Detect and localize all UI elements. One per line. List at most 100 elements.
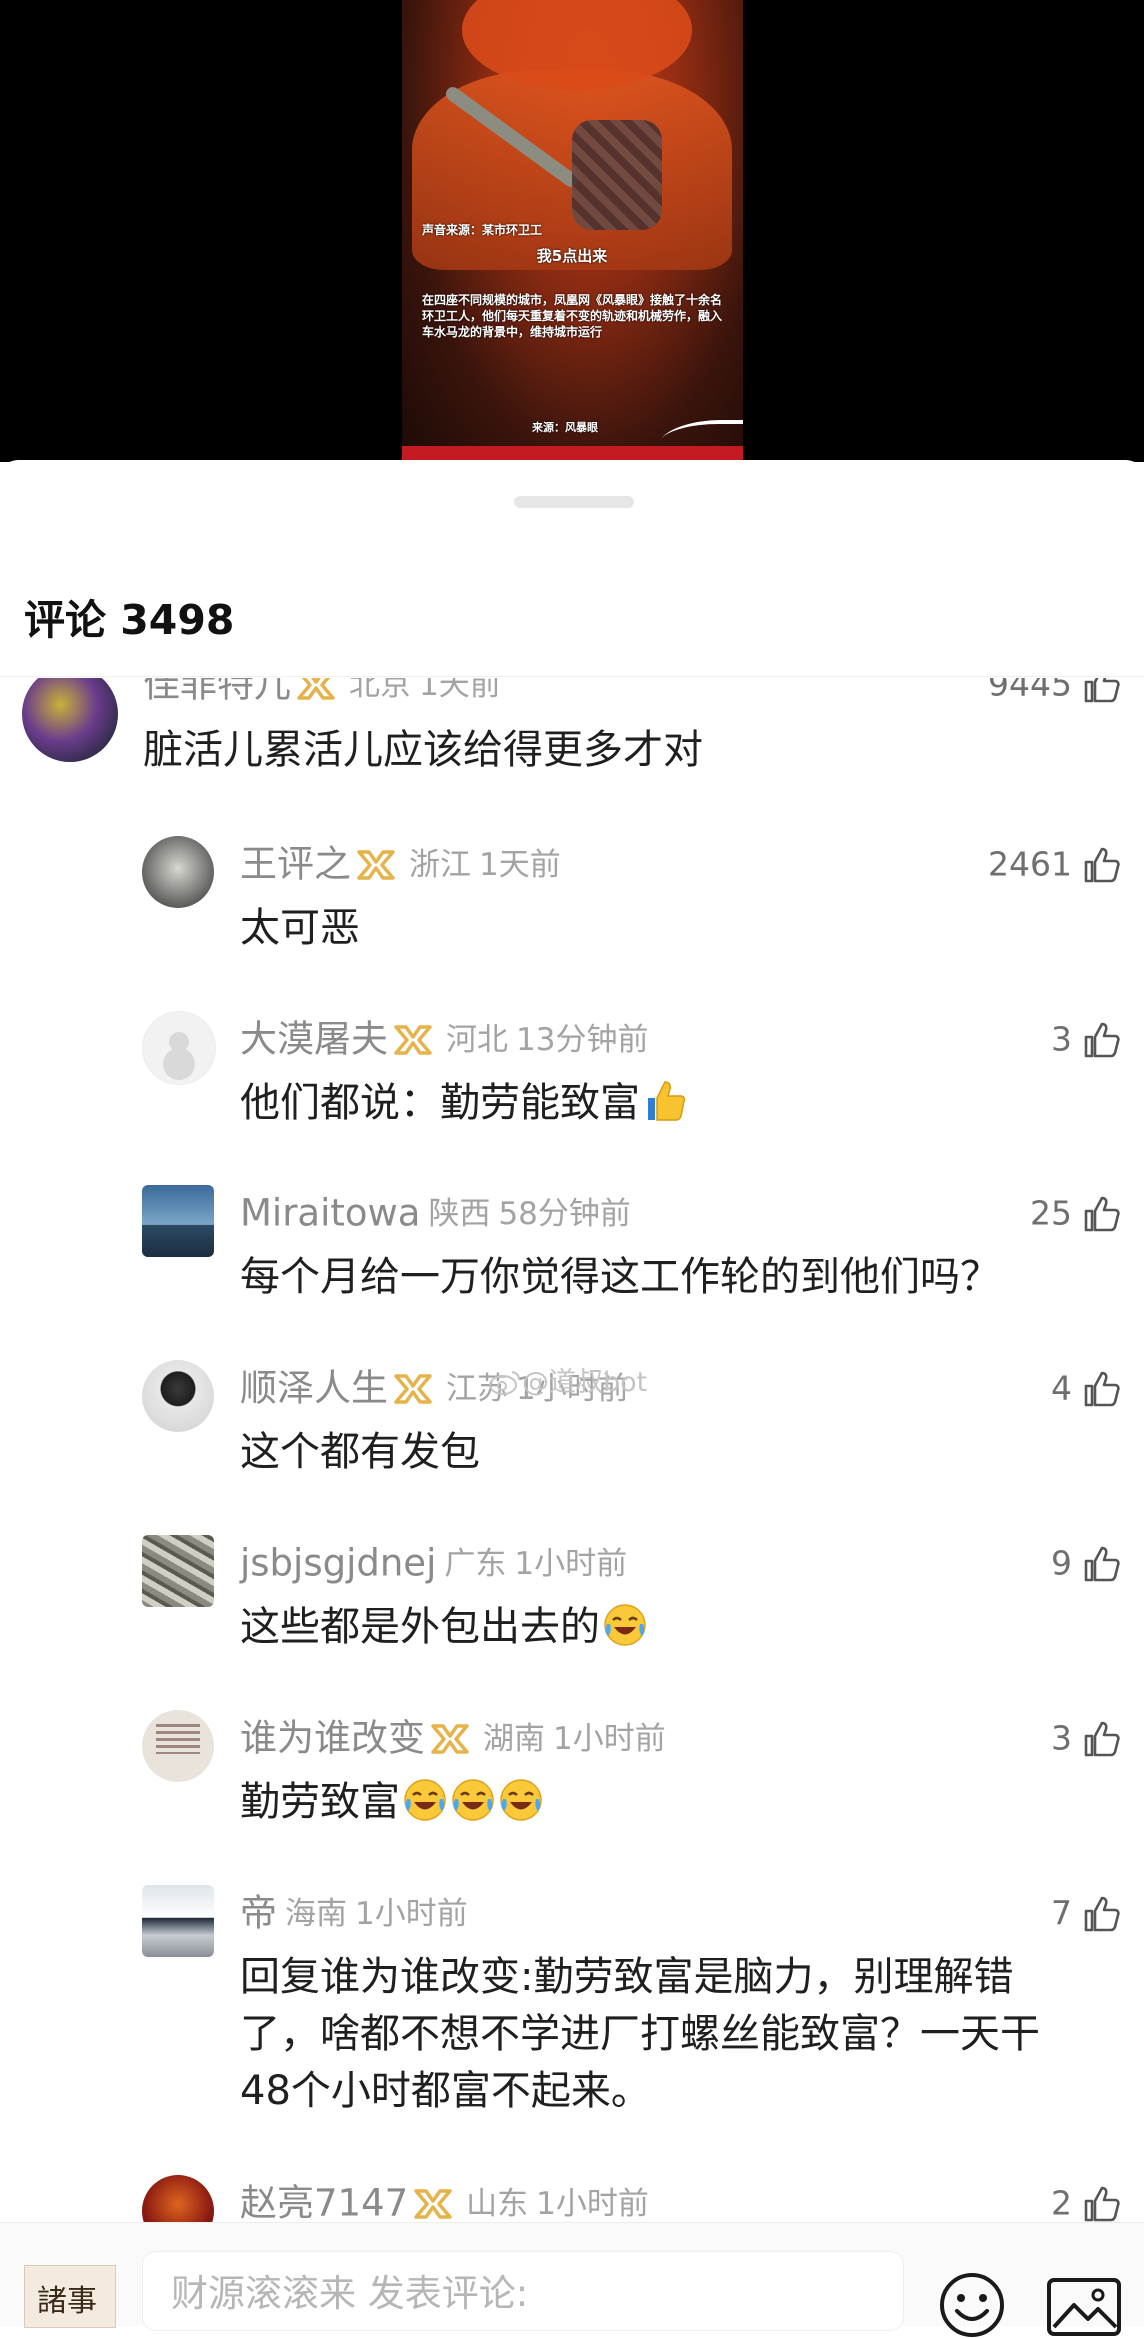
like-button[interactable]: 7 [1051, 1887, 1122, 1939]
like-button[interactable]: 4 [1051, 1362, 1122, 1414]
thumbs-up-icon [1082, 1894, 1122, 1934]
username[interactable]: 王评之 [240, 843, 351, 886]
comment-time: 1天前 [479, 846, 561, 883]
username[interactable]: 赵亮7147 [240, 2182, 408, 2224]
comment-meta: 谁为谁改变 湖南 1小时前 [240, 1712, 666, 1764]
thumbs-up-icon [1082, 1719, 1122, 1759]
vip-badge-icon [392, 1023, 434, 1057]
comment-meta: 王评之 浙江 1天前 [240, 838, 561, 890]
video-description: 在四座不同规模的城市，凤凰网《风暴眼》接触了十余名环卫工人，他们每天重复着不变的… [422, 293, 723, 339]
thumbs-up-icon [1082, 2184, 1122, 2224]
comment-reply: 帝海南 1小时前 7 回复谁为谁改变:勤劳致富是脑力，别理解错 了，啥都不想不学进… [0, 1885, 1144, 2165]
comment-meta: 帝海南 1小时前 [240, 1887, 468, 1939]
sheet-drag-handle[interactable] [514, 496, 634, 508]
comment-reply: jsbjsgjdnej 广东 1小时前 9 这些都是外包出去的 [0, 1535, 1144, 1685]
thumbs-up-emoji-icon [642, 1078, 688, 1124]
comment-region: 广东 [444, 1545, 507, 1582]
comment-text: 这些都是外包出去的 [240, 1599, 648, 1656]
avatar[interactable] [142, 1185, 214, 1257]
bottom-input-bar: 諸事 财源滚滚来 发表评论: [0, 2222, 1144, 2337]
avatar[interactable] [142, 2175, 214, 2223]
video-source-caption: 声音来源：某市环卫工 [422, 223, 543, 237]
image-upload-button[interactable] [1046, 2277, 1122, 2337]
username[interactable]: 顺泽人生 [240, 1367, 388, 1410]
comment-text: 脏活儿累活儿应该给得更多才对 [143, 727, 703, 773]
thumbs-up-icon [1082, 1020, 1122, 1060]
video-logo-swoosh [653, 420, 743, 452]
comment-time: 1小时前 [553, 1720, 666, 1757]
avatar[interactable] [142, 836, 214, 908]
laugh-cry-emoji-icon [498, 1777, 544, 1823]
weibo-logo-icon [489, 1371, 520, 1395]
like-button[interactable]: 3 [1051, 1712, 1122, 1764]
username[interactable]: jsbjsgjdnej [240, 1542, 436, 1585]
username[interactable]: Miraitowa [240, 1192, 420, 1235]
video-glove [572, 120, 662, 230]
avatar[interactable] [142, 1710, 214, 1782]
comment-count-header: 评论 3498 [24, 596, 235, 644]
like-count: 2461 [988, 844, 1072, 884]
comment-meta: 赵亮7147 山东 1小时前 [240, 2177, 649, 2224]
user-avatar-thumbnail[interactable]: 諸事 [24, 2265, 116, 2328]
comment-region: 河北 [446, 1021, 508, 1058]
vip-badge-icon [355, 848, 397, 882]
comment-time: 13分钟前 [516, 1021, 649, 1058]
like-count: 3 [1051, 1718, 1072, 1758]
like-button[interactable]: 9 [1051, 1537, 1122, 1589]
comment-region: 浙江 [409, 846, 471, 883]
like-count: 4 [1051, 1368, 1072, 1408]
watermark: @道叔bot [488, 1360, 647, 1399]
comment-list[interactable]: 佳菲特儿 北京 1天前 9445 脏活儿累活儿应该给得更多才对 王评之 浙江 1天前 2… [0, 678, 1144, 2223]
comment-region: 海南 [285, 1895, 347, 1932]
laugh-cry-emoji-icon [450, 1777, 496, 1823]
like-count: 3 [1051, 1019, 1072, 1059]
vip-badge-icon [392, 1372, 434, 1406]
avatar[interactable] [142, 1360, 214, 1432]
comment-text-content: 这些都是外包出去的 [240, 1604, 600, 1650]
avatar[interactable] [22, 678, 118, 762]
avatar[interactable] [142, 1011, 216, 1085]
comment-region: 陕西 [428, 1195, 491, 1232]
username[interactable]: 谁为谁改变 [240, 1717, 425, 1760]
emoji-picker-button[interactable] [938, 2271, 1006, 2339]
vip-badge-icon [429, 1722, 471, 1756]
laugh-cry-emoji-icon [602, 1602, 648, 1648]
vip-badge-icon [295, 678, 337, 702]
thumbs-up-icon [1082, 678, 1122, 705]
like-button[interactable]: 9445 [988, 678, 1122, 710]
like-count: 2 [1051, 2183, 1072, 2223]
comment-reply: 谁为谁改变 湖南 1小时前 3 勤劳致富 [0, 1710, 1144, 1860]
like-button[interactable]: 3 [1051, 1013, 1122, 1065]
comment-meta: 大漠屠夫 河北 13分钟前 [240, 1013, 648, 1065]
thumbs-up-icon [1082, 1194, 1122, 1234]
username[interactable]: 佳菲特儿 [143, 678, 291, 706]
comment-text: 他们都说：勤劳能致富 [240, 1075, 688, 1132]
like-count: 7 [1051, 1893, 1072, 1933]
comment-region: 山东 [466, 2185, 529, 2222]
like-button[interactable]: 2461 [988, 838, 1122, 890]
comment-time: 1小时前 [536, 2185, 649, 2222]
thumbs-up-icon [1082, 1544, 1122, 1584]
comment-meta: jsbjsgjdnej 广东 1小时前 [240, 1537, 627, 1589]
laugh-cry-emoji-icon [402, 1777, 448, 1823]
comment-text-content: 他们都说：勤劳能致富 [240, 1080, 640, 1126]
comment-time: 1小时前 [514, 1545, 628, 1582]
like-button[interactable]: 2 [1051, 2177, 1122, 2223]
watermark-text: @道叔bot [522, 1367, 648, 1398]
comment-reply: 大漠屠夫 河北 13分钟前 3 他们都说：勤劳能致富 [0, 1011, 1144, 1161]
comment-input[interactable]: 财源滚滚来 发表评论: [142, 2251, 904, 2331]
like-button[interactable]: 25 [1030, 1187, 1122, 1239]
comment-reply: 赵亮7147 山东 1小时前 2 [0, 2175, 1144, 2223]
video-player[interactable]: 声音来源：某市环卫工 我5点出来 在四座不同规模的城市，凤凰网《风暴眼》接触了十… [0, 0, 1144, 462]
avatar[interactable] [142, 1535, 214, 1607]
thumbs-up-icon [1082, 845, 1122, 885]
video-subtitle: 我5点出来 [536, 247, 608, 265]
avatar[interactable] [142, 1885, 214, 1957]
book-thumb-text: 諸事 [37, 2284, 97, 2319]
username[interactable]: 大漠屠夫 [240, 1018, 388, 1061]
comment-time: 1天前 [419, 678, 501, 703]
image-icon [1047, 2278, 1121, 2336]
comment-text: 太可恶 [240, 905, 360, 951]
video-frame[interactable]: 声音来源：某市环卫工 我5点出来 在四座不同规模的城市，凤凰网《风暴眼》接触了十… [402, 0, 743, 462]
username[interactable]: 帝 [240, 1892, 277, 1935]
